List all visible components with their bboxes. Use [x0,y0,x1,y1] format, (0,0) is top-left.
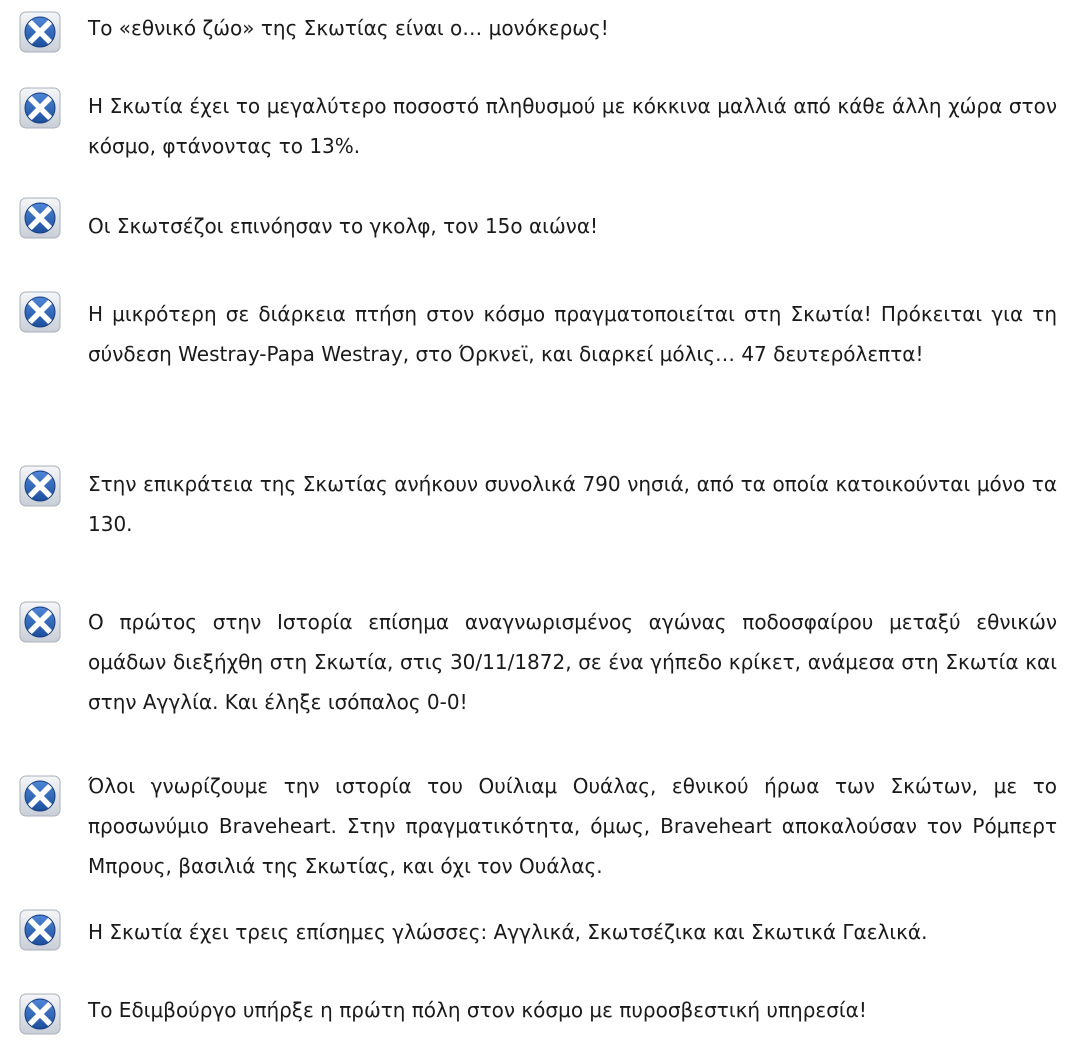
fact-text: Η μικρότερη σε διάρκεια πτήση στον κόσμο… [88,302,1057,366]
fact-text: Στην επικράτεια της Σκωτίας ανήκουν συνο… [88,472,1057,536]
scottish-flag-icon [18,774,62,818]
fact-text: Το «εθνικό ζώο» της Σκωτίας είναι ο… μον… [88,16,609,40]
fact-text: Όλοι γνωρίζουμε την ιστορία του Ουίλιαμ … [88,774,1057,878]
scottish-flag-icon [18,464,62,508]
fact-text: Ο πρώτος στην Ιστορία επίσημα αναγνωρισμ… [88,610,1057,714]
scottish-flag-icon [18,992,62,1036]
scottish-flag-icon [18,10,62,54]
fact-text: Το Εδιμβούργο υπήρξε η πρώτη πόλη στον κ… [88,998,867,1022]
scotland-facts-list: Το «εθνικό ζώο» της Σκωτίας είναι ο… μον… [0,0,1080,1046]
fact-text: Οι Σκωτσέζοι επινόησαν το γκολφ, τον 15ο… [88,214,599,238]
scottish-flag-icon [18,196,62,240]
scottish-flag-icon [18,600,62,644]
fact-text: Η Σκωτία έχει το μεγαλύτερο ποσοστό πληθ… [88,94,1057,158]
scottish-flag-icon [18,908,62,952]
scottish-flag-icon [18,290,62,334]
scottish-flag-icon [18,86,62,130]
fact-text: Η Σκωτία έχει τρεις επίσημες γλώσσες: Αγ… [88,920,928,944]
